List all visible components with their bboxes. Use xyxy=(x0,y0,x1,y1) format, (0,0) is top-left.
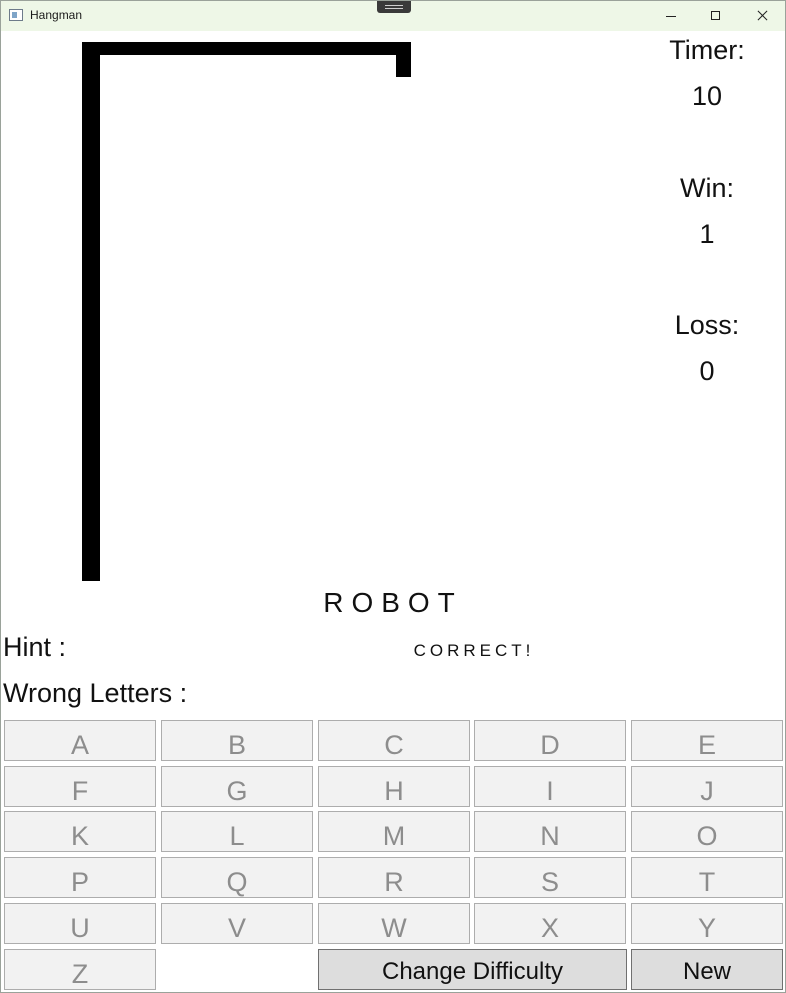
key-k[interactable]: K xyxy=(4,811,156,852)
key-r[interactable]: R xyxy=(318,857,470,898)
key-j[interactable]: J xyxy=(631,766,783,807)
gallows-beam xyxy=(82,42,411,55)
key-h[interactable]: H xyxy=(318,766,470,807)
key-o[interactable]: O xyxy=(631,811,783,852)
key-w[interactable]: W xyxy=(318,903,470,944)
snap-layout-handle[interactable] xyxy=(377,1,411,13)
guessed-word: ROBOT xyxy=(323,587,463,618)
key-v[interactable]: V xyxy=(161,903,313,944)
gallows-pole xyxy=(82,42,100,581)
win-value: 1 xyxy=(699,219,715,249)
key-x[interactable]: X xyxy=(474,903,626,944)
key-a[interactable]: A xyxy=(4,720,156,761)
key-n[interactable]: N xyxy=(474,811,626,852)
key-m[interactable]: M xyxy=(318,811,470,852)
title-bar[interactable]: Hangman xyxy=(1,1,785,31)
timer-value: 10 xyxy=(691,81,723,111)
key-i[interactable]: I xyxy=(474,766,626,807)
key-g[interactable]: G xyxy=(161,766,313,807)
key-f[interactable]: F xyxy=(4,766,156,807)
key-z[interactable]: Z xyxy=(4,949,156,990)
key-e[interactable]: E xyxy=(631,720,783,761)
maximize-button[interactable] xyxy=(693,1,739,31)
key-c[interactable]: C xyxy=(318,720,470,761)
key-t[interactable]: T xyxy=(631,857,783,898)
wrong-letters-label: Wrong Letters : xyxy=(3,678,188,708)
key-b[interactable]: B xyxy=(161,720,313,761)
key-y[interactable]: Y xyxy=(631,903,783,944)
window-title: Hangman xyxy=(30,8,83,22)
minimize-button[interactable] xyxy=(648,1,694,31)
key-u[interactable]: U xyxy=(4,903,156,944)
app-window-icon xyxy=(9,9,23,21)
key-q[interactable]: Q xyxy=(161,857,313,898)
key-p[interactable]: P xyxy=(4,857,156,898)
key-d[interactable]: D xyxy=(474,720,626,761)
gallows-rope xyxy=(396,42,411,77)
hangman-window: Hangman Timer: 10 Win: 1 Loss: 0 ROBOT H… xyxy=(0,0,786,993)
change-difficulty-button[interactable]: Change Difficulty xyxy=(318,949,627,990)
close-button[interactable] xyxy=(739,1,785,31)
status-message: CORRECT! xyxy=(413,641,535,660)
loss-label: Loss: xyxy=(674,310,740,340)
key-l[interactable]: L xyxy=(161,811,313,852)
loss-value: 0 xyxy=(699,356,715,386)
new-game-button[interactable]: New xyxy=(631,949,783,990)
key-s[interactable]: S xyxy=(474,857,626,898)
win-label: Win: xyxy=(680,173,734,203)
timer-label: Timer: xyxy=(669,35,745,65)
hint-label: Hint : xyxy=(3,632,67,662)
